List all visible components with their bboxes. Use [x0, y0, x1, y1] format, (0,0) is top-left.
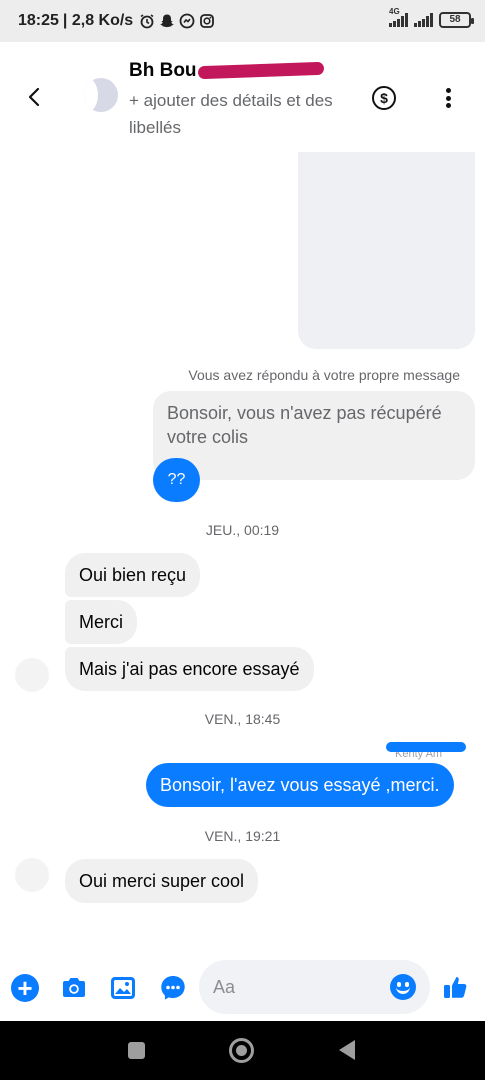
- plus-icon[interactable]: +: [11, 974, 39, 1002]
- status-time: 18:25: [18, 12, 59, 29]
- status-bar: 18:25 | 2,8 Ko/s 4G 58: [0, 0, 485, 42]
- status-speed: | 2,8 Ko/s: [62, 12, 134, 29]
- timestamp: VEN., 18:45: [204, 711, 281, 727]
- system-indicators: 4G 58: [389, 7, 474, 28]
- sender-avatar[interactable]: [15, 658, 49, 692]
- contact-name[interactable]: Bh Bou: [129, 60, 197, 82]
- name-redaction: [197, 61, 325, 80]
- back-arrow-icon[interactable]: [22, 84, 48, 110]
- alarm-icon: [139, 13, 155, 29]
- signal-icon: [414, 13, 433, 27]
- sender-avatar[interactable]: [15, 858, 49, 892]
- seen-redaction: [386, 742, 466, 752]
- instagram-icon: [199, 13, 215, 29]
- dollar-icon[interactable]: $: [372, 86, 396, 110]
- outgoing-message[interactable]: Bonsoir, l'avez vous essayé ,merci.: [146, 763, 454, 807]
- battery-level: 58: [449, 14, 461, 25]
- avatar[interactable]: [84, 78, 118, 112]
- timestamp: JEU., 00:19: [205, 522, 280, 538]
- incoming-message[interactable]: Oui merci super cool: [65, 859, 259, 903]
- messenger-status-icon: [179, 13, 195, 29]
- home-icon[interactable]: [229, 1038, 254, 1063]
- incoming-message[interactable]: Merci: [65, 600, 137, 644]
- media-message[interactable]: [298, 152, 475, 349]
- signal-4g-icon: 4G: [389, 7, 408, 27]
- message-composer: +: [0, 958, 485, 1020]
- battery-icon: 58: [439, 12, 474, 28]
- add-details-link[interactable]: + ajouter des détails et des libellés: [129, 87, 349, 141]
- timestamp: VEN., 19:21: [204, 828, 281, 844]
- image-icon[interactable]: [109, 974, 137, 1002]
- recent-apps-icon[interactable]: [128, 1042, 145, 1059]
- back-nav-icon[interactable]: [339, 1040, 355, 1060]
- camera-icon[interactable]: [60, 974, 88, 1002]
- reply-note: Vous avez répondu à votre propre message: [188, 367, 460, 383]
- snapchat-icon: [159, 13, 175, 29]
- outgoing-message[interactable]: ??: [153, 458, 200, 502]
- incoming-message[interactable]: Oui bien reçu: [65, 553, 201, 597]
- quoted-message[interactable]: Bonsoir, vous n'avez pas récupéré votre …: [153, 391, 475, 480]
- thumbs-up-icon[interactable]: [442, 973, 470, 1001]
- emoji-icon[interactable]: [390, 974, 416, 1000]
- incoming-message[interactable]: Mais j'ai pas encore essayé: [65, 647, 314, 691]
- network-label: 4G: [389, 7, 400, 16]
- notification-icons: [139, 13, 215, 29]
- more-vertical-icon[interactable]: [440, 86, 456, 110]
- chat-bubble-icon[interactable]: [159, 974, 187, 1002]
- conversation-header: Bh Bou + ajouter des détails et des libe…: [0, 42, 485, 154]
- navigation-bar: [0, 1021, 485, 1080]
